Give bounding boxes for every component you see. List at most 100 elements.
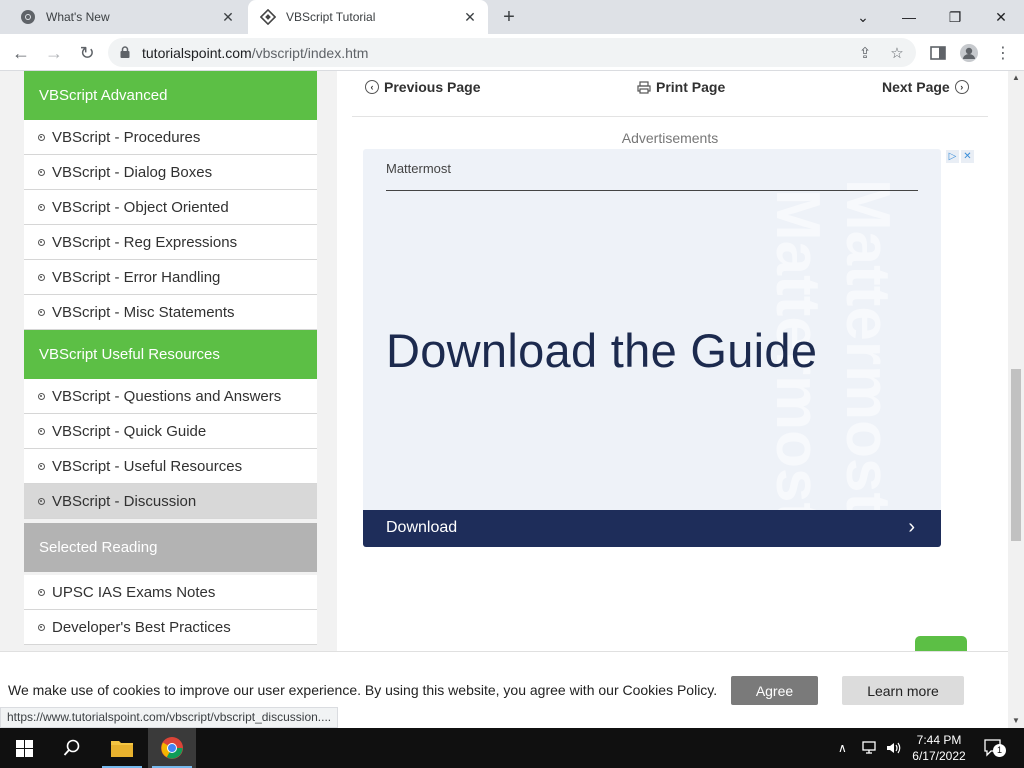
file-explorer-icon[interactable]: [98, 728, 146, 768]
status-bar-url: https://www.tutorialspoint.com/vbscript/…: [0, 707, 339, 728]
sidebar-item-label: VBScript - Reg Expressions: [52, 233, 238, 251]
sidebar-item-label: VBScript - Questions and Answers: [52, 387, 282, 405]
bullet-icon: [38, 238, 45, 246]
bullet-icon: [38, 462, 45, 470]
print-page-link[interactable]: Print Page: [637, 79, 725, 95]
bullet-icon: [38, 427, 45, 435]
sidebar-item-reg-expressions[interactable]: VBScript - Reg Expressions: [24, 225, 317, 260]
tab-strip: What's New ✕ VBScript Tutorial ✕ + ⌄ — ❐…: [0, 0, 1024, 34]
network-icon[interactable]: [862, 728, 878, 768]
address-bar[interactable]: tutorialspoint.com/vbscript/index.htm ⇪ …: [108, 38, 916, 67]
show-hidden-icons-chevron-icon[interactable]: ∧: [838, 728, 847, 768]
sidebar-item-label: VBScript - Object Oriented: [52, 198, 229, 216]
forward-arrow-icon[interactable]: →: [41, 40, 67, 66]
sidebar-item-best-practices[interactable]: Developer's Best Practices: [24, 610, 317, 645]
sidebar-item-quick-guide[interactable]: VBScript - Quick Guide: [24, 414, 317, 449]
ad-divider: [386, 190, 918, 191]
bullet-icon: [38, 203, 45, 211]
menu-kebab-icon[interactable]: ⋮: [992, 43, 1014, 63]
lock-icon: [118, 45, 132, 59]
tab-title: What's New: [46, 10, 110, 24]
bullet-icon: [38, 497, 45, 505]
clock-time: 7:44 PM: [916, 733, 962, 747]
adchoices-icon[interactable]: ▷: [946, 150, 959, 163]
sidebar-item-label: VBScript - Quick Guide: [52, 422, 207, 440]
tab-whats-new[interactable]: What's New ✕: [8, 0, 246, 34]
cookie-banner: We make use of cookies to improve our us…: [0, 651, 1008, 707]
bullet-icon: [38, 392, 45, 400]
chrome-taskbar-icon[interactable]: [148, 728, 196, 768]
sidebar-item-error-handling[interactable]: VBScript - Error Handling: [24, 260, 317, 295]
main-content: ‹ Previous Page Print Page Next Page › A…: [352, 71, 988, 728]
page-viewport: VBScript Advanced VBScript - Procedures …: [0, 71, 1008, 728]
next-page-label: Next Page: [882, 79, 950, 95]
back-arrow-icon[interactable]: ←: [8, 40, 34, 66]
sidebar-item-label: VBScript - Discussion: [52, 492, 197, 510]
chevron-right-icon: ›: [954, 80, 969, 94]
page-scrollbar[interactable]: ▲ ▼: [1008, 71, 1024, 728]
sidebar-item-dialog-boxes[interactable]: VBScript - Dialog Boxes: [24, 155, 317, 190]
browser-toolbar: ← → ↻ tutorialspoint.com/vbscript/index.…: [0, 34, 1024, 71]
share-icon[interactable]: ⇪: [856, 44, 874, 62]
sidebar-heading-useful-resources: VBScript Useful Resources: [24, 330, 317, 379]
ad-brand: Mattermost: [386, 161, 452, 176]
url-text: tutorialspoint.com/vbscript/index.htm: [142, 45, 368, 61]
tab-vbscript-tutorial[interactable]: VBScript Tutorial ✕: [248, 0, 488, 34]
profile-avatar-icon[interactable]: [958, 43, 980, 63]
tutorialspoint-icon: [260, 9, 276, 25]
reload-icon[interactable]: ↻: [74, 40, 100, 66]
advertisements-label: Advertisements: [621, 130, 719, 146]
scroll-down-icon[interactable]: ▼: [1008, 714, 1024, 728]
bullet-icon: [38, 273, 45, 281]
sidebar-heading-advanced: VBScript Advanced: [24, 71, 317, 120]
sidebar-item-label: VBScript - Dialog Boxes: [52, 163, 213, 181]
new-tab-icon[interactable]: +: [498, 6, 520, 28]
next-page-link[interactable]: Next Page ›: [882, 79, 974, 95]
windows-start-icon[interactable]: [0, 728, 48, 768]
previous-page-link[interactable]: ‹ Previous Page: [365, 79, 481, 95]
learn-more-button[interactable]: Learn more: [842, 676, 964, 705]
chevron-left-icon: ‹: [365, 80, 379, 94]
restore-icon[interactable]: ❐: [932, 0, 978, 34]
ad-download-label: Download: [386, 519, 458, 536]
system-clock[interactable]: 7:44 PM 6/17/2022: [904, 732, 974, 764]
clock-date: 6/17/2022: [912, 749, 966, 763]
bullet-icon: [38, 588, 45, 596]
ad-headline: Download the Guide: [386, 324, 818, 377]
bullet-icon: [38, 623, 45, 631]
sidebar-item-object-oriented[interactable]: VBScript - Object Oriented: [24, 190, 317, 225]
close-tab-icon[interactable]: ✕: [462, 9, 478, 25]
ad-banner[interactable]: Mattermost Mattermost Mattermost Downloa…: [363, 149, 941, 547]
sidebar-item-upsc-notes[interactable]: UPSC IAS Exams Notes: [24, 575, 317, 610]
url-path: /vbscript/index.htm: [251, 45, 369, 61]
sidebar-item-label: VBScript - Error Handling: [52, 268, 221, 286]
scroll-up-icon[interactable]: ▲: [1008, 71, 1024, 85]
search-icon[interactable]: [48, 728, 96, 768]
sidebar-item-label: UPSC IAS Exams Notes: [52, 583, 216, 601]
chevron-right-icon: ›: [908, 516, 915, 538]
chrome-icon: [20, 9, 36, 25]
notification-center-icon[interactable]: 1: [984, 728, 1006, 768]
bookmark-star-icon[interactable]: ☆: [888, 44, 906, 62]
sidebar-item-label: Developer's Best Practices: [52, 618, 231, 636]
sidebar-item-label: VBScript - Misc Statements: [52, 303, 235, 321]
sidebar-item-label: VBScript - Useful Resources: [52, 457, 243, 475]
sidebar-item-useful-resources[interactable]: VBScript - Useful Resources: [24, 449, 317, 484]
sidebar-item-procedures[interactable]: VBScript - Procedures: [24, 120, 317, 155]
volume-icon[interactable]: [886, 728, 902, 768]
ad-download-button[interactable]: Download ›: [363, 510, 941, 547]
sidebar-item-questions-answers[interactable]: VBScript - Questions and Answers: [24, 379, 317, 414]
sidebar-item-discussion[interactable]: VBScript - Discussion: [24, 484, 317, 519]
tab-search-icon[interactable]: ⌄: [840, 0, 886, 34]
sidebar-item-misc-statements[interactable]: VBScript - Misc Statements: [24, 295, 317, 330]
side-panel-icon[interactable]: [927, 43, 949, 63]
close-tab-icon[interactable]: ✕: [220, 9, 236, 25]
cookie-message: We make use of cookies to improve our us…: [8, 682, 718, 698]
sidebar: VBScript Advanced VBScript - Procedures …: [24, 71, 317, 645]
url-domain: tutorialspoint.com: [142, 45, 252, 61]
scrollbar-thumb[interactable]: [1011, 369, 1021, 541]
close-window-icon[interactable]: ✕: [978, 0, 1024, 34]
minimize-icon[interactable]: —: [886, 0, 932, 34]
ad-close-icon[interactable]: ✕: [961, 150, 974, 163]
agree-button[interactable]: Agree: [731, 676, 818, 705]
